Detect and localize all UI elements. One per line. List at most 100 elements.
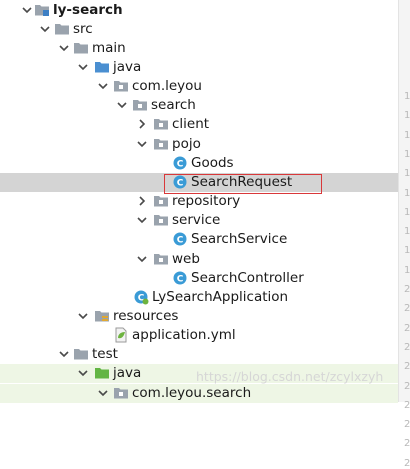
tree-node-search[interactable]: search	[0, 96, 398, 115]
tree-node-label: SearchController	[191, 270, 304, 286]
tree-node-repository[interactable]: repository	[0, 192, 398, 211]
module-folder-icon	[34, 2, 50, 18]
gutter-line-number: 2	[404, 323, 410, 334]
tree-node-label: repository	[172, 193, 241, 209]
tree-node-service[interactable]: service	[0, 211, 398, 230]
gutter-line-number: 2	[404, 420, 410, 431]
gutter-line-number: 1	[404, 149, 410, 160]
gutter-line-number: 1	[404, 207, 410, 218]
folder-icon	[73, 40, 89, 56]
gutter-line-number: 2	[404, 400, 410, 411]
tree-node-pojo[interactable]: pojo	[0, 135, 398, 154]
project-tree: ly-search src main java com.leyou search clien…	[0, 0, 398, 403]
tree-node-goods[interactable]: C Goods	[0, 154, 398, 173]
folder-icon	[73, 346, 89, 362]
class-icon: C	[172, 270, 188, 286]
package-icon	[153, 136, 169, 152]
gutter-line-number: 2	[404, 285, 410, 295]
tree-node-searchcontroller[interactable]: C SearchController	[0, 269, 398, 288]
source-folder-icon	[94, 59, 110, 75]
tree-node-label: web	[172, 251, 200, 267]
test-source-folder-icon	[94, 365, 110, 381]
gutter-line-number: 1	[404, 169, 410, 180]
tree-node-label: com.leyou	[132, 78, 202, 94]
tree-node-com-leyou[interactable]: com.leyou	[0, 77, 398, 96]
tree-node-java[interactable]: java	[0, 58, 398, 77]
gutter-line-number: 1	[404, 188, 410, 199]
class-icon: C	[172, 231, 188, 247]
package-icon	[153, 251, 169, 267]
gutter-line-number: 1	[404, 130, 410, 141]
chevron-down-icon[interactable]	[96, 385, 110, 401]
tree-node-label: application.yml	[132, 327, 236, 343]
gutter-line-number: 2	[404, 439, 410, 450]
tree-node-label: java	[113, 365, 142, 381]
chevron-down-icon[interactable]	[76, 59, 90, 75]
tree-node-label: java	[113, 59, 142, 75]
tree-node-application-yml[interactable]: application.yml	[0, 326, 398, 345]
gutter-line-number: 2	[404, 304, 410, 315]
gutter-line-number: 1	[404, 111, 410, 122]
chevron-down-icon[interactable]	[135, 212, 149, 228]
gutter-line-number: 1	[404, 92, 410, 102]
chevron-down-icon[interactable]	[115, 97, 129, 113]
tree-node-label: client	[172, 116, 210, 132]
tree-node-label: SearchService	[191, 231, 288, 247]
tree-node-searchservice[interactable]: C SearchService	[0, 230, 398, 249]
tree-node-label: src	[73, 21, 93, 37]
svg-text:C: C	[177, 160, 184, 170]
spring-boot-class-icon: C	[133, 289, 149, 305]
package-icon	[153, 193, 169, 209]
chevron-down-icon[interactable]	[76, 365, 90, 381]
tree-node-web[interactable]: web	[0, 250, 398, 269]
tree-node-label: com.leyou.search	[132, 385, 252, 401]
tree-node-com-leyou-search[interactable]: com.leyou.search	[0, 384, 398, 403]
tree-node-label: search	[151, 97, 196, 113]
chevron-down-icon[interactable]	[57, 40, 71, 56]
svg-text:C: C	[177, 236, 184, 246]
tree-node-label: service	[172, 212, 221, 228]
chevron-down-icon[interactable]	[38, 21, 52, 37]
tree-node-ly-search[interactable]: ly-search	[0, 1, 398, 20]
tree-node-label: pojo	[172, 136, 201, 152]
chevron-right-icon[interactable]	[135, 116, 149, 132]
tree-node-label: Goods	[191, 155, 234, 171]
chevron-down-icon[interactable]	[135, 251, 149, 267]
chevron-down-icon[interactable]	[96, 78, 110, 94]
editor-gutter	[398, 0, 410, 402]
chevron-down-icon[interactable]	[135, 136, 149, 152]
package-icon	[132, 97, 148, 113]
tree-node-label: LySearchApplication	[152, 289, 289, 305]
chevron-right-icon[interactable]	[135, 193, 149, 209]
spring-config-file-icon	[113, 327, 129, 343]
gutter-line-number: 1	[404, 227, 410, 238]
tree-node-label: ly-search	[53, 2, 123, 18]
tree-node-client[interactable]: client	[0, 115, 398, 134]
gutter-line-number: 2	[404, 458, 410, 469]
tree-node-test[interactable]: test	[0, 345, 398, 364]
tree-node-label: resources	[113, 308, 179, 324]
tree-node-label: test	[92, 346, 118, 362]
svg-text:C: C	[177, 275, 184, 285]
tree-node-src[interactable]: src	[0, 20, 398, 39]
chevron-down-icon[interactable]	[76, 308, 90, 324]
selection-highlight-box	[164, 174, 322, 194]
resources-folder-icon	[94, 308, 110, 324]
gutter-line-number: 2	[404, 362, 410, 373]
gutter-line-number: 2	[404, 342, 410, 353]
package-icon	[153, 212, 169, 228]
chevron-down-icon[interactable]	[20, 2, 34, 18]
tree-node-resources[interactable]: resources	[0, 307, 398, 326]
watermark-text: https://blog.csdn.net/zcylxzyh	[196, 369, 384, 384]
package-icon	[153, 116, 169, 132]
chevron-down-icon[interactable]	[57, 346, 71, 362]
package-icon	[113, 78, 129, 94]
tree-node-main[interactable]: main	[0, 39, 398, 58]
package-icon	[113, 385, 129, 401]
folder-icon	[54, 21, 70, 37]
gutter-line-number: 2	[404, 381, 410, 392]
tree-node-lysearchapplication[interactable]: C LySearchApplication	[0, 288, 398, 307]
class-icon: C	[172, 155, 188, 171]
tree-node-label: main	[92, 40, 126, 56]
gutter-line-number: 1	[404, 265, 410, 276]
